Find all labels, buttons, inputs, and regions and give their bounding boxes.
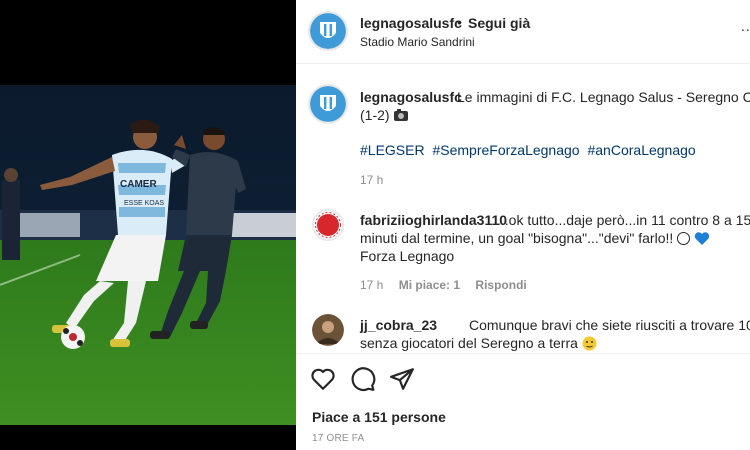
- caption-hashtags: #LEGSER #SempreForzaLegnago #anCoraLegna…: [360, 142, 700, 158]
- caption-text-line-2: (1-2): [360, 107, 409, 123]
- face-emoji-icon: [582, 336, 597, 351]
- comment-username[interactable]: fabriziioghirlanda3110: [360, 212, 507, 228]
- header-separator-dot: •: [457, 14, 462, 30]
- location-link[interactable]: Stadio Mario Sandrini: [360, 35, 475, 49]
- post-time-ago[interactable]: 17 ORE FA: [312, 433, 364, 444]
- legnago-avatar[interactable]: [308, 11, 348, 51]
- more-options-icon[interactable]: ...: [741, 18, 750, 34]
- caption-username[interactable]: legnagosalusfc: [360, 89, 462, 105]
- likes-count[interactable]: Piace a 151 persone: [312, 409, 446, 425]
- like-heart-icon[interactable]: [310, 366, 336, 392]
- football-match-image: CAMER ESSE KOAS: [0, 85, 296, 425]
- caption-avatar[interactable]: [308, 84, 348, 124]
- comment-text-line-1: ...ok tutto...daje però...in 11 contro 8…: [497, 212, 750, 228]
- post-side-panel: legnagosalusfc • Segui già Stadio Mario …: [296, 0, 750, 450]
- comment-likes[interactable]: Mi piace: 1: [399, 278, 460, 292]
- share-send-icon[interactable]: [389, 366, 415, 392]
- post-header: legnagosalusfc • Segui già Stadio Mario …: [296, 0, 750, 64]
- jersey-sponsor-text-2: ESSE KOAS: [124, 200, 164, 207]
- jersey-sponsor-text: CAMER: [120, 179, 157, 190]
- comment-username[interactable]: jj_cobra_23: [360, 317, 437, 333]
- camera-emoji-icon: [394, 109, 409, 121]
- caption-score: (1-2): [360, 107, 390, 123]
- following-button[interactable]: Segui già: [468, 15, 530, 31]
- header-username[interactable]: legnagosalusfc: [360, 15, 462, 31]
- reply-button[interactable]: Rispondi: [475, 278, 526, 292]
- comment-avatar[interactable]: [312, 209, 344, 241]
- comment-text-line-2-text: minuti dal termine, un goal "bisogna"...…: [360, 230, 674, 246]
- post-photo[interactable]: CAMER ESSE KOAS: [0, 0, 296, 450]
- white-circle-emoji-icon: [677, 232, 691, 245]
- hashtag-link[interactable]: #anCoraLegnago: [587, 142, 695, 158]
- comment-timestamp[interactable]: 17 h: [360, 278, 383, 292]
- caption-text-line-1: Le immagini di F.C. Legnago Salus - Sere…: [457, 89, 750, 105]
- comment-text-line-2: minuti dal termine, un goal "bisogna"...…: [360, 230, 710, 246]
- comment-text-line-2-text: senza giocatori del Seregno a terra: [360, 335, 578, 351]
- comment-text-line-2: senza giocatori del Seregno a terra: [360, 335, 597, 351]
- comment-bubble-icon[interactable]: [350, 366, 376, 392]
- hashtag-link[interactable]: #SempreForzaLegnago: [432, 142, 579, 158]
- post-actions-bar: Piace a 151 persone 17 ORE FA: [296, 353, 750, 450]
- comment-avatar[interactable]: [312, 314, 344, 346]
- comment-text-line-1: Comunque bravi che siete riusciti a trov…: [469, 317, 750, 333]
- comment-text-line-3: Forza Legnago: [360, 248, 455, 264]
- caption-timestamp[interactable]: 17 h: [360, 173, 383, 187]
- hashtag-link[interactable]: #LEGSER: [360, 142, 425, 158]
- blue-heart-emoji-icon: [694, 232, 710, 245]
- comment-meta: 17 h Mi piace: 1 Rispondi: [360, 278, 539, 292]
